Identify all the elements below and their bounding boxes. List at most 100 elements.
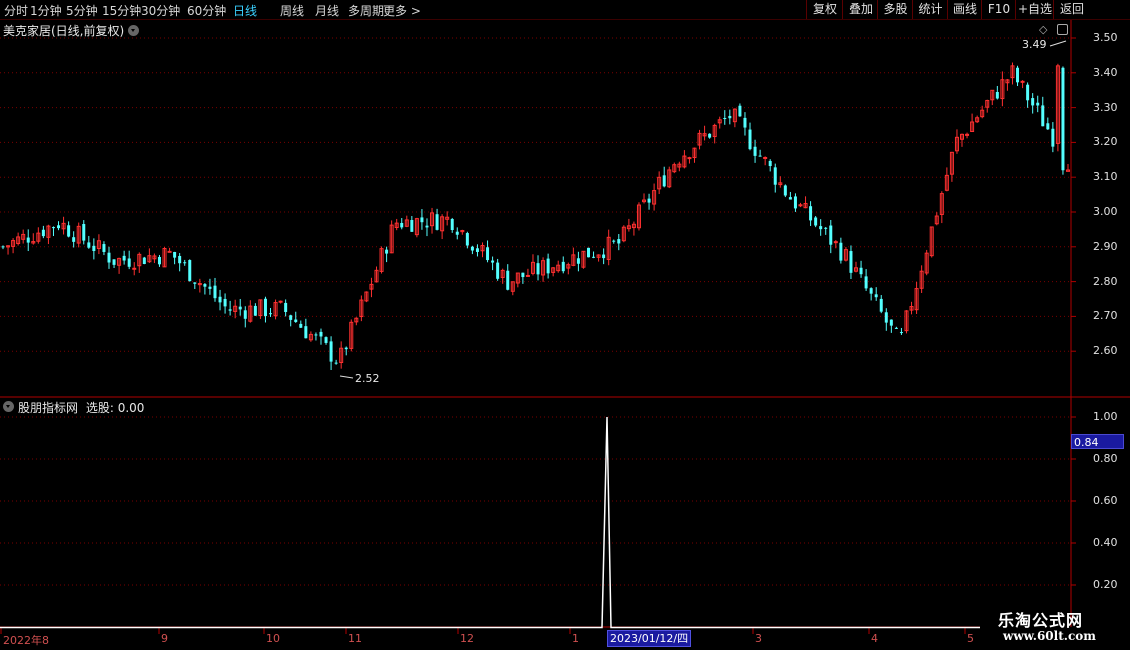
candle-body [894,327,898,329]
candle-body [773,167,777,185]
price-axis-label: 3.10 [1093,170,1118,184]
indicator-axis-label: 0.80 [1093,452,1118,465]
candle-body [889,319,893,326]
candle-body [829,225,833,245]
candle-body [1016,67,1020,83]
candle-body [753,146,757,156]
candle-body [1061,67,1065,171]
candle-body [783,185,787,196]
candle-body [82,224,86,241]
candle-body [435,214,439,230]
candle-body [708,133,712,138]
candle-body [506,270,510,290]
candle-body [269,313,273,315]
candle-body [758,155,762,157]
candle-body [763,156,768,159]
candle-body [546,258,550,274]
candle-body [1046,123,1050,130]
date-axis-label: 11 [348,632,362,645]
candle-body [738,105,742,117]
candle-body [385,249,389,254]
candle-body [329,341,333,362]
price-axis-label: 2.90 [1093,239,1118,253]
candle-body [218,296,222,303]
indicator-title: 股朋指标网 [18,401,79,415]
candle-body [284,302,288,312]
date-axis-label: 1 [572,632,579,645]
candlestick-chart[interactable] [0,0,1130,650]
candle-body [1041,105,1045,127]
date-axis-label: 9 [161,632,168,645]
chevron-down-icon[interactable] [3,401,14,412]
candle-body [107,252,111,263]
date-axis-label: 3 [755,632,762,645]
price-axis-label: 3.30 [1093,100,1118,114]
cursor-date-badge: 2023/01/12/四 [607,630,692,647]
candle-body [1031,98,1035,106]
cursor-value-badge: 0.84 [1071,434,1124,449]
high-pointer [1049,40,1067,47]
indicator-axis-label: 1.00 [1093,410,1118,423]
candle-body [1026,84,1030,101]
candle-body [208,286,212,289]
candle-body [470,246,474,251]
candle-body [142,257,146,265]
candle-body [1020,80,1025,83]
candle-body [743,117,747,128]
candle-body [26,237,30,243]
price-axis-label: 2.80 [1093,274,1118,288]
candle-body [884,312,888,323]
candle-body [238,306,242,310]
candle-body [869,288,873,294]
candle-body [521,272,525,278]
price-axis-label: 2.70 [1093,309,1118,323]
candle-body [793,196,797,209]
candle-body [576,258,580,264]
candle-body [874,294,878,298]
candle-body [662,175,666,187]
candle-body [314,334,318,336]
candle-body [748,129,752,150]
candle-body [839,242,843,261]
candle-body [536,263,540,275]
high-price-label: 3.49 [1022,38,1047,51]
candle-body [561,261,565,272]
candle-body [788,197,792,200]
candle-body [112,259,116,265]
candle-body [223,298,227,307]
candle-body [72,237,76,242]
candle-body [592,256,596,258]
candle-body [612,240,616,242]
price-axis-label: 3.40 [1093,65,1118,79]
indicator-value: 选股: 0.00 [85,401,145,415]
candle-body [814,217,818,226]
candle-body [420,217,424,223]
candle-body [127,258,131,267]
candle-body [899,332,903,334]
candle-body [455,231,459,235]
candle-body [203,284,207,287]
candle-body [450,218,454,231]
low-price-label: 2.52 [355,372,380,385]
candle-body [213,285,217,299]
candle-body [122,255,126,261]
candle-body [132,267,137,270]
candle-body [768,160,772,167]
candle-body [410,220,414,232]
candle-body [102,244,106,252]
candle-body [586,247,590,258]
watermark-title: 乐淘公式网 [998,611,1084,630]
candle-body [400,222,404,228]
candle-body [51,227,55,229]
signal-line [0,416,980,629]
date-axis-label: 4 [871,632,878,645]
candle-body [617,239,621,244]
candle-body [728,115,732,119]
candle-body [995,91,999,99]
candle-body [57,225,61,229]
candle-body [525,274,530,277]
candle-body [486,247,490,261]
candle-body [824,227,828,229]
date-axis-label: 12 [460,632,474,645]
candle-body [263,298,267,317]
